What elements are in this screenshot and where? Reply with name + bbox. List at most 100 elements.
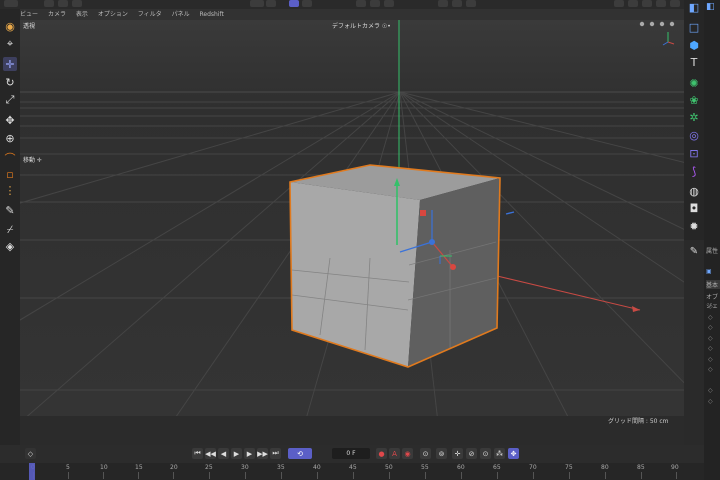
panel-divider: ✎ <box>684 240 704 445</box>
transport-bar: ◇ ⏮ ◀◀ ◀ ▶ ▶ ▶▶ ⏭ ⟲ 0 F ● A ◉ ⊙ ⊚ ✛ ⊘ ⊙ … <box>0 445 704 463</box>
cloner-icon[interactable]: ❀ <box>687 93 701 107</box>
3d-viewport[interactable]: 透視 デフォルトカメラ ☉• 移動 ✛ グリッド間隔 : 50 cm <box>20 20 684 416</box>
model-mode-icon[interactable] <box>289 0 299 7</box>
magnet-icon[interactable]: ⌒ <box>3 151 17 165</box>
bell-icon[interactable] <box>614 0 624 7</box>
timeline-mark <box>281 472 282 479</box>
spline-tool-icon[interactable]: ⟆ <box>687 164 701 178</box>
left-tool-bar: ◉ ⌖ ✛ ↻ ⤢ ✥ ⊕ ⌒ ▫ ⋮ ✎ ⌿ ◈ <box>0 9 20 445</box>
attribute-rows: ◇ ◇ ◇ ◇ ◇ ◇ ◇ ◇ ◇ <box>708 303 713 405</box>
redshift-ipr-icon[interactable] <box>466 0 476 7</box>
history-icon[interactable] <box>72 0 82 7</box>
go-to-end-button[interactable]: ⏭ <box>270 448 281 459</box>
camera-icon[interactable]: ◘ <box>687 201 701 215</box>
next-frame-button[interactable]: ▶ <box>244 448 255 459</box>
scale-tool-icon[interactable]: ⤢ <box>3 93 17 107</box>
menu-display[interactable]: 表示 <box>76 11 88 18</box>
field-icon[interactable]: ⊡ <box>687 146 701 160</box>
generator-icon[interactable]: ✺ <box>687 76 701 90</box>
panel-tab-icon[interactable]: ◧ <box>706 2 715 12</box>
panel-icon[interactable] <box>670 0 680 7</box>
timeline-mark <box>353 472 354 479</box>
scale-key-button[interactable]: ⊙ <box>480 448 491 459</box>
timeline-mark <box>245 472 246 479</box>
cube-icon[interactable]: ⬢ <box>687 38 701 52</box>
deform-icon[interactable]: ▫ <box>3 167 17 181</box>
go-to-start-button[interactable]: ⏮ <box>192 448 203 459</box>
knife-icon[interactable]: ⌿ <box>3 223 17 237</box>
timeline-mark <box>317 472 318 479</box>
timeline-tick: 70 <box>529 464 537 471</box>
timeline-ruler[interactable]: 0 5 10 15 20 25 30 35 40 45 50 55 60 65 … <box>0 463 704 480</box>
prev-key-button[interactable]: ◀◀ <box>205 448 216 459</box>
search-icon[interactable] <box>642 0 652 7</box>
keyframe-button[interactable]: ⊙ <box>420 448 431 459</box>
select-icon[interactable]: ◉ <box>3 19 17 33</box>
environment-icon[interactable]: ◍ <box>687 184 701 198</box>
timeline-tick: 55 <box>421 464 429 471</box>
menu-panel[interactable]: パネル <box>172 11 190 18</box>
redo-icon[interactable] <box>58 0 68 7</box>
menu-filter[interactable]: フィルタ <box>138 11 162 18</box>
menu-redshift[interactable]: Redshift <box>200 11 224 18</box>
attribute-icon[interactable]: ✎ <box>687 246 701 260</box>
timeline-mark <box>138 472 139 479</box>
effector-icon[interactable]: ✲ <box>687 110 701 124</box>
object-manager-icon[interactable]: ◧ <box>687 0 701 14</box>
fill-icon[interactable]: ◈ <box>3 239 17 253</box>
auto-key-button[interactable]: A <box>389 448 400 459</box>
text-icon[interactable]: T <box>687 55 701 69</box>
redshift-icon[interactable] <box>438 0 448 7</box>
timeline-tick: 45 <box>349 464 357 471</box>
user-icon[interactable] <box>656 0 666 7</box>
play-button[interactable]: ▶ <box>231 448 242 459</box>
redshift-render-icon[interactable] <box>452 0 462 7</box>
transform-tool-icon[interactable]: ✥ <box>3 113 17 127</box>
timeline-tick: 50 <box>385 464 393 471</box>
key-settings-button[interactable]: ◉ <box>402 448 413 459</box>
brush-icon[interactable]: ✎ <box>3 203 17 217</box>
rotate-tool-icon[interactable]: ↻ <box>3 75 17 89</box>
rotation-key-button[interactable]: ⊘ <box>466 448 477 459</box>
point-mode-icon[interactable] <box>302 0 312 7</box>
move-tool-icon[interactable]: ✛ <box>3 57 17 71</box>
record-button[interactable]: ● <box>376 448 387 459</box>
param-key-button[interactable]: ⁂ <box>494 448 505 459</box>
point-level-button[interactable]: ✥ <box>508 448 519 459</box>
deformer-icon[interactable]: ◎ <box>687 128 701 142</box>
menu-view[interactable]: ビュー <box>20 11 38 18</box>
frame-input[interactable]: 0 F <box>332 448 370 459</box>
render-icon[interactable] <box>370 0 380 7</box>
render-settings-icon[interactable] <box>384 0 394 7</box>
timeline-mark <box>497 472 498 479</box>
loop-button[interactable]: ⟲ <box>288 448 312 459</box>
camera-label[interactable]: デフォルトカメラ ☉• <box>332 21 391 30</box>
axis-icon[interactable]: ⊕ <box>3 131 17 145</box>
timeline-tick: 15 <box>135 464 143 471</box>
square-icon[interactable]: □ <box>687 20 701 34</box>
timeline-playhead[interactable] <box>29 463 35 480</box>
motion-record-button[interactable]: ⊚ <box>436 448 447 459</box>
prev-frame-button[interactable]: ◀ <box>218 448 229 459</box>
menu-camera[interactable]: カメラ <box>48 11 66 18</box>
timeline-mark <box>68 472 69 479</box>
timeline-mark <box>569 472 570 479</box>
workplane-icon[interactable] <box>266 0 276 7</box>
render-view-icon[interactable] <box>356 0 366 7</box>
keyframe-mode-icon[interactable]: ◇ <box>25 448 36 459</box>
undo-icon[interactable] <box>44 0 54 7</box>
position-key-button[interactable]: ✛ <box>452 448 463 459</box>
right-object-bar: ◧ □ ⬢ T ✺ ❀ ✲ ◎ ⊡ ⟆ ◍ ◘ ✹ <box>684 0 704 240</box>
snap-icon[interactable] <box>250 0 264 7</box>
next-key-button[interactable]: ▶▶ <box>257 448 268 459</box>
spline-icon[interactable]: ⋮ <box>3 183 17 197</box>
cube-object[interactable] <box>289 164 501 368</box>
view-name-label: 透視 <box>23 23 36 30</box>
attribute-tab-basic[interactable]: 基本 <box>706 280 720 289</box>
light-icon[interactable]: ✹ <box>687 219 701 233</box>
attribute-mode-icon[interactable]: ▣ <box>706 268 712 275</box>
timeline-mark <box>533 472 534 479</box>
live-selection-icon[interactable]: ⌖ <box>3 37 17 51</box>
menu-options[interactable]: オプション <box>98 11 128 18</box>
layout-icon[interactable] <box>628 0 638 7</box>
